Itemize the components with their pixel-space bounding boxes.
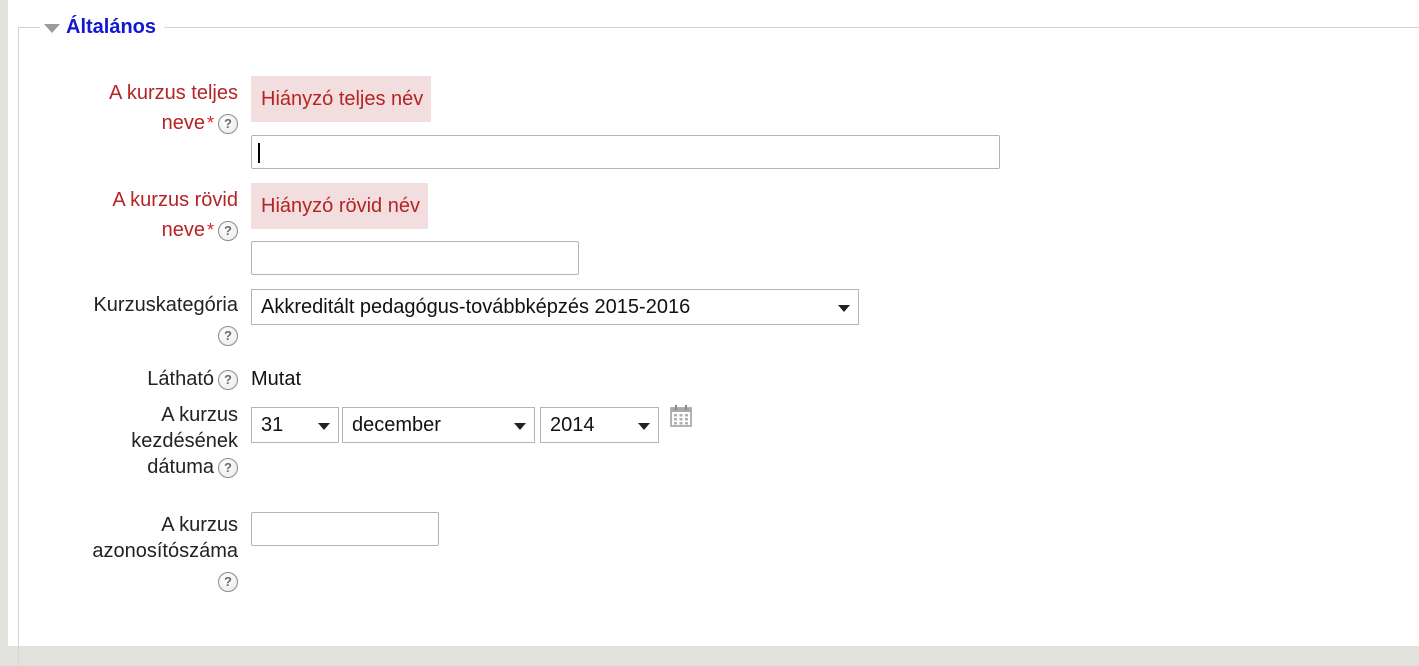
shortname-label-line2: neve	[162, 219, 205, 241]
idnumber-label-line1: A kurzus	[28, 512, 238, 538]
startdate-day-select[interactable]: 31	[251, 407, 339, 443]
help-icon[interactable]: ?	[218, 114, 238, 134]
visible-label-text: Látható	[147, 368, 214, 390]
startdate-year-select[interactable]: 2014	[540, 407, 659, 443]
startdate-label-line2: kezdésének	[48, 428, 238, 454]
help-icon[interactable]: ?	[218, 458, 238, 478]
shortname-input[interactable]	[251, 241, 579, 275]
chevron-down-icon	[838, 305, 850, 312]
startdate-label-line3: dátuma	[147, 456, 214, 478]
startdate-day: 31	[261, 414, 283, 436]
category-label-text: Kurzuskategória	[28, 292, 238, 318]
triangle-down-icon	[44, 24, 60, 33]
shortname-error: Hiányzó rövid név	[251, 183, 428, 229]
startdate-month-select[interactable]: december	[342, 407, 535, 443]
chevron-down-icon	[318, 423, 330, 430]
fullname-label-line1: A kurzus teljes	[48, 80, 238, 106]
shortname-label-line1: A kurzus rövid	[48, 187, 238, 213]
shortname-label-line2-wrap: neve*?	[48, 217, 238, 243]
fullname-input[interactable]	[251, 135, 1000, 169]
startdate-month: december	[352, 414, 441, 436]
section-toggle[interactable]: Általános	[40, 13, 164, 41]
help-icon[interactable]: ?	[218, 221, 238, 241]
idnumber-input[interactable]	[251, 512, 439, 546]
chevron-down-icon	[514, 423, 526, 430]
help-icon[interactable]: ?	[218, 326, 238, 346]
startdate-label: A kurzus kezdésének dátuma?	[48, 402, 238, 480]
required-icon: *	[207, 220, 214, 240]
shortname-label: A kurzus rövid neve*?	[48, 187, 238, 243]
idnumber-help-wrap: ?	[28, 568, 238, 594]
calendar-icon[interactable]	[669, 404, 693, 428]
help-icon[interactable]: ?	[218, 572, 238, 592]
startdate-year: 2014	[550, 414, 595, 436]
startdate-label-line3-wrap: dátuma?	[48, 454, 238, 480]
idnumber-label: A kurzus azonosítószáma ?	[28, 512, 238, 594]
chevron-down-icon	[638, 423, 650, 430]
fullname-label-line2: neve	[162, 112, 205, 134]
text-cursor	[258, 143, 260, 163]
help-icon[interactable]: ?	[218, 370, 238, 390]
visible-label: Látható?	[48, 366, 238, 392]
fullname-label-line2-wrap: neve*?	[48, 110, 238, 136]
category-selected: Akkreditált pedagógus-továbbképzés 2015-…	[261, 296, 690, 318]
category-select[interactable]: Akkreditált pedagógus-továbbképzés 2015-…	[251, 289, 859, 325]
section-title: Általános	[66, 13, 156, 41]
idnumber-label-line2: azonosítószáma	[28, 538, 238, 564]
required-icon: *	[207, 113, 214, 133]
page: Általános A kurzus teljes neve*? Hiányzó…	[8, 0, 1419, 646]
startdate-label-line1: A kurzus	[48, 402, 238, 428]
category-label: Kurzuskategória ?	[28, 292, 238, 348]
fullname-label: A kurzus teljes neve*?	[48, 80, 238, 136]
visible-value: Mutat	[251, 366, 301, 392]
category-help-wrap: ?	[28, 322, 238, 348]
fullname-error: Hiányzó teljes név	[251, 76, 431, 122]
